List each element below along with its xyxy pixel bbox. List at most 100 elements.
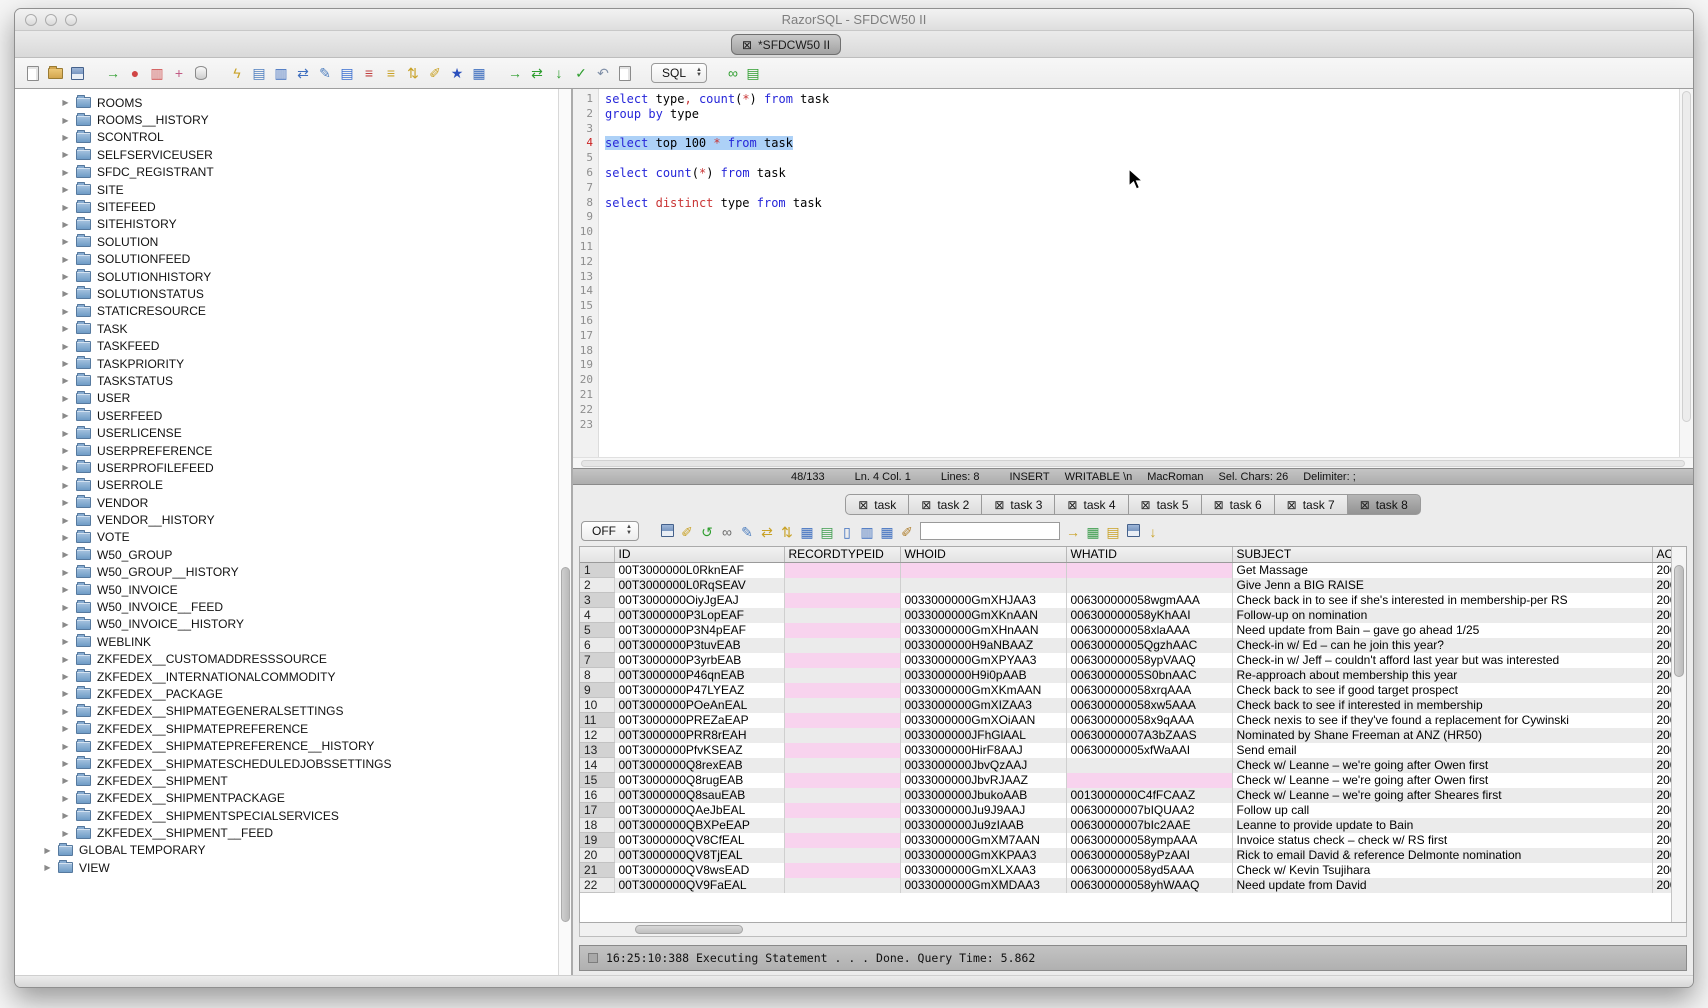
tree-item[interactable]: ▶TASK	[15, 320, 571, 337]
table-cell[interactable]: 00T3000000QAeJbEAL	[614, 803, 784, 818]
tree-item[interactable]: ▶ZKFEDEX__SHIPMATESCHEDULEDJOBSSETTINGS	[15, 755, 571, 772]
execute-sql-icon[interactable]: ϟ	[227, 63, 247, 83]
table-cell[interactable]: 0033000000JFhGlAAL	[900, 728, 1066, 743]
disclosure-triangle-icon[interactable]: ▶	[61, 516, 70, 525]
table-cell[interactable]: 200	[1652, 698, 1671, 713]
column-header[interactable]: WHOID	[900, 547, 1066, 563]
table-cell[interactable]: 200	[1652, 878, 1671, 893]
table-cell[interactable]: 00T3000000P3tuvEAB	[614, 638, 784, 653]
table-cell[interactable]	[784, 593, 900, 608]
text-view-icon[interactable]: ▯	[837, 522, 857, 542]
table-cell[interactable]: Rick to email David & reference Delmonte…	[1232, 848, 1652, 863]
table-cell[interactable]: Need update from David	[1232, 878, 1652, 893]
column-header[interactable]: ID	[614, 547, 784, 563]
disclosure-triangle-icon[interactable]: ▶	[61, 342, 70, 351]
editor-line[interactable]	[605, 344, 1679, 359]
table-cell[interactable]	[784, 668, 900, 683]
table-cell[interactable]	[900, 563, 1066, 578]
row-number-cell[interactable]: 18	[580, 818, 614, 833]
result-tab[interactable]: ⊠task 2	[909, 494, 982, 515]
disclosure-triangle-icon[interactable]: ▶	[61, 98, 70, 107]
table-cell[interactable]: 00T3000000Q8sauEAB	[614, 788, 784, 803]
disclosure-triangle-icon[interactable]: ▶	[61, 689, 70, 698]
column-header[interactable]: WHATID	[1066, 547, 1232, 563]
tree-item[interactable]: ▶ZKFEDEX__PACKAGE	[15, 685, 571, 702]
disclosure-triangle-icon[interactable]: ▶	[61, 724, 70, 733]
disclosure-triangle-icon[interactable]: ▶	[61, 272, 70, 281]
table-cell[interactable]: Check-in w/ Jeff – couldn't afford last …	[1232, 653, 1652, 668]
tree-item[interactable]: ▶TASKFEED	[15, 337, 571, 354]
editor-line[interactable]	[605, 388, 1679, 403]
result-tab[interactable]: ⊠task 7	[1275, 494, 1348, 515]
disclosure-triangle-icon[interactable]: ▶	[61, 776, 70, 785]
table-cell[interactable]: 00630000005QgzhAAC	[1066, 638, 1232, 653]
row-number-cell[interactable]: 21	[580, 863, 614, 878]
table-cell[interactable]: 0033000000GmXKPAA3	[900, 848, 1066, 863]
table-cell[interactable]: 200	[1652, 713, 1671, 728]
table-cell[interactable]: 006300000058yPzAAI	[1066, 848, 1232, 863]
row-number-cell[interactable]: 22	[580, 878, 614, 893]
table-cell[interactable]	[784, 638, 900, 653]
indent-sql-icon[interactable]: ✐	[425, 63, 445, 83]
import-sql-icon[interactable]: →	[103, 63, 123, 83]
table-cell[interactable]: 0033000000JbvRJAAZ	[900, 773, 1066, 788]
editor-line[interactable]: group by type	[605, 107, 1679, 122]
new-file-icon[interactable]	[23, 63, 43, 83]
table-cell[interactable]: Leanne to provide update to Bain	[1232, 818, 1652, 833]
tree-item[interactable]: ▶W50_GROUP	[15, 546, 571, 563]
open-file-icon[interactable]	[45, 63, 65, 83]
tree-item[interactable]: ▶ZKFEDEX__INTERNATIONALCOMMODITY	[15, 668, 571, 685]
disclosure-triangle-icon[interactable]: ▶	[61, 446, 70, 455]
title-bar[interactable]: RazorSQL - SFDCW50 II	[15, 9, 1693, 31]
sort-rows-icon[interactable]: ⇅	[777, 522, 797, 542]
tree-item[interactable]: ▶SOLUTIONFEED	[15, 251, 571, 268]
sql-editor[interactable]: 1234567891011121314151617181920212223 se…	[573, 89, 1693, 457]
tree-item[interactable]: ▶TASKPRIORITY	[15, 355, 571, 372]
tree-item[interactable]: ▶SITE	[15, 181, 571, 198]
disclosure-triangle-icon[interactable]: ▶	[61, 307, 70, 316]
compare-data-icon[interactable]: ⇄	[293, 63, 313, 83]
close-icon[interactable]: ⊠	[921, 499, 931, 511]
table-cell[interactable]: 200	[1652, 638, 1671, 653]
editor-line[interactable]	[605, 314, 1679, 329]
editor-line[interactable]: select top 100 * from task	[605, 136, 1679, 151]
database-icon[interactable]	[191, 63, 211, 83]
table-cell[interactable]: 200	[1652, 608, 1671, 623]
table-cell[interactable]: Check w/ Leanne – we're going after Owen…	[1232, 758, 1652, 773]
table-cell[interactable]: 00T3000000QBXPeEAP	[614, 818, 784, 833]
export-data-icon[interactable]: ▥	[271, 63, 291, 83]
table-cell[interactable]: 0033000000GmXKmAAN	[900, 683, 1066, 698]
row-number-cell[interactable]: 11	[580, 713, 614, 728]
disclosure-triangle-icon[interactable]: ▶	[61, 794, 70, 803]
tree-item[interactable]: ▶ROOMS	[15, 94, 571, 111]
tree-item[interactable]: ▶ZKFEDEX__SHIPMENT	[15, 772, 571, 789]
table-cell[interactable]: Give Jenn a BIG RAISE	[1232, 578, 1652, 593]
save-results-icon[interactable]	[657, 520, 677, 540]
table-cell[interactable]: 200	[1652, 803, 1671, 818]
tree-item[interactable]: ▶SOLUTIONSTATUS	[15, 285, 571, 302]
tree-item[interactable]: ▶W50_INVOICE	[15, 581, 571, 598]
table-cell[interactable]: 00T3000000P47LYEAZ	[614, 683, 784, 698]
create-table-icon[interactable]: +	[169, 63, 189, 83]
row-number-cell[interactable]: 13	[580, 743, 614, 758]
row-number-cell[interactable]: 10	[580, 698, 614, 713]
table-cell[interactable]	[784, 578, 900, 593]
editor-line[interactable]	[605, 122, 1679, 137]
disclosure-triangle-icon[interactable]: ▶	[61, 255, 70, 264]
editor-hscrollbar-thumb[interactable]	[581, 460, 1685, 467]
table-scrollbar-vertical[interactable]	[1671, 547, 1686, 923]
auto-commit-icon[interactable]: ∞	[723, 63, 743, 83]
uppercase-sql-icon[interactable]: ⇅	[403, 63, 423, 83]
table-cell[interactable]: 00630000007bIc2AAE	[1066, 818, 1232, 833]
disclosure-triangle-icon[interactable]: ▶	[61, 133, 70, 142]
tree-item[interactable]: ▶USERROLE	[15, 477, 571, 494]
table-cell[interactable]: 200	[1652, 623, 1671, 638]
table-cell[interactable]: 00630000007bIQUAA2	[1066, 803, 1232, 818]
table-cell[interactable]: 006300000058ypVAAQ	[1066, 653, 1232, 668]
copy-table-icon[interactable]: ▦	[877, 522, 897, 542]
tree-item[interactable]: ▶W50_INVOICE__FEED	[15, 598, 571, 615]
table-cell[interactable]: 00630000007A3bZAAS	[1066, 728, 1232, 743]
table-cell[interactable]	[1066, 578, 1232, 593]
results-list-icon[interactable]: ▤	[743, 63, 763, 83]
tree-item[interactable]: ▶WEBLINK	[15, 633, 571, 650]
